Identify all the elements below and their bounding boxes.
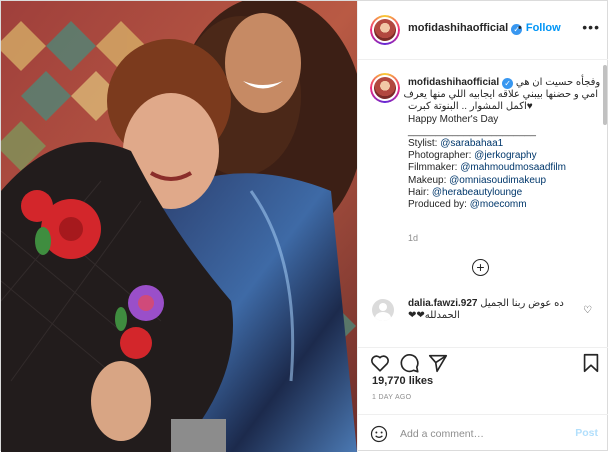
caption-rule: _______________________ — [408, 125, 536, 137]
emoji-icon[interactable] — [370, 425, 388, 443]
credit-label: Stylist: — [408, 138, 441, 150]
commenter-username[interactable]: dalia.fawzi.927 — [408, 298, 477, 309]
comment-hearts: ❤❤ — [408, 310, 425, 321]
post-header: mofidashihaofficial ✓ • Follow ••• — [358, 1, 608, 60]
credit-mention-link[interactable]: @herabeautylounge — [432, 187, 522, 198]
like-heart-icon[interactable] — [369, 352, 391, 374]
comment-body: ده عوض ربنا الجميل — [480, 298, 564, 309]
verified-badge-icon: ✓ — [502, 78, 514, 89]
credit-mention-link[interactable]: @mahmoudmosaadfilm — [460, 162, 566, 173]
credit-filmmaker: Filmmaker: @mahmoudmosaadfilm — [408, 162, 598, 174]
post-time-ago[interactable]: 1 DAY AGO — [372, 394, 411, 401]
credit-stylist: Stylist: @sarabahaa1 — [408, 138, 598, 150]
credit-label: Produced by: — [408, 199, 470, 211]
caption-line-ar-2: امي و حضنها بيبني علاقه ايجابيه اللي منه… — [403, 89, 598, 101]
caption-scrollbar[interactable] — [603, 65, 607, 125]
post-modal: mofidashihaofficial ✓ • Follow ••• mofidas… — [0, 0, 608, 452]
caption-line-ar-3: اكمل المشوار .. البنوتة كبرت — [408, 101, 527, 113]
credit-label: Photographer: — [408, 150, 475, 162]
commenter-avatar[interactable] — [372, 299, 394, 321]
credit-mention-link[interactable]: @omniasoudimakeup — [449, 175, 546, 186]
comments-area: mofidashihaofficial ✓ وفجأه حسيت ان هي ام… — [358, 61, 608, 347]
author-avatar[interactable] — [370, 15, 400, 45]
credit-mention-link[interactable]: @jerkography — [474, 150, 536, 161]
credit-label: Filmmaker: — [408, 162, 461, 174]
share-paper-plane-icon[interactable] — [427, 352, 449, 374]
credit-mention-link[interactable]: @sarabahaa1 — [440, 138, 503, 149]
photo-illustration — [1, 1, 357, 452]
caption-avatar[interactable] — [370, 73, 400, 103]
credit-label: Hair: — [408, 186, 432, 198]
load-more-comments-icon[interactable]: + — [472, 259, 489, 276]
credit-hair: Hair: @herabeautylounge — [408, 187, 598, 199]
comment-text: dalia.fawzi.927 ده عوض ربنا الجميل ❤❤الح… — [408, 298, 578, 322]
follow-button[interactable]: • Follow — [518, 22, 561, 34]
likes-count[interactable]: 19,770 likes — [372, 375, 433, 387]
comment-item: dalia.fawzi.927 ده عوض ربنا الجميل ❤❤الح… — [358, 293, 608, 333]
credit-label: Makeup: — [408, 174, 450, 186]
comment-like-icon[interactable]: ♡ — [583, 305, 592, 316]
author-username-text[interactable]: mofidashihaofficial — [408, 22, 508, 34]
more-options-icon[interactable]: ••• — [582, 19, 600, 35]
post-comment-button[interactable]: Post — [575, 427, 598, 439]
post-photo[interactable] — [1, 1, 357, 452]
post-caption: mofidashihaofficial ✓ وفجأه حسيت ان هي ام… — [403, 77, 601, 211]
post-side-panel: mofidashihaofficial ✓ • Follow ••• mofidas… — [357, 1, 608, 452]
caption-timestamp[interactable]: 1d — [408, 233, 418, 243]
credit-producer: Produced by: @moecomm — [408, 199, 598, 211]
heart-icon: ♥ — [526, 101, 533, 113]
add-comment-bar: Post — [358, 414, 608, 452]
add-comment-input[interactable] — [400, 426, 560, 442]
credit-photographer: Photographer: @jerkography — [408, 150, 598, 162]
caption-username[interactable]: mofidashihaofficial — [408, 77, 499, 88]
caption-line-ar-1: وفجأه حسيت ان هي — [515, 77, 601, 88]
caption-greeting: Happy Mother's Day — [408, 113, 499, 125]
follow-label[interactable]: Follow — [526, 22, 561, 34]
credit-mention-link[interactable]: @moecomm — [470, 199, 527, 210]
comment-body-2: الحمدلله — [424, 310, 460, 321]
author-username[interactable]: mofidashihaofficial ✓ — [408, 22, 523, 35]
save-bookmark-icon[interactable] — [580, 352, 602, 374]
separator-dot: • — [518, 22, 522, 34]
credit-makeup: Makeup: @omniasoudimakeup — [408, 175, 598, 187]
comment-bubble-icon[interactable] — [398, 352, 420, 374]
